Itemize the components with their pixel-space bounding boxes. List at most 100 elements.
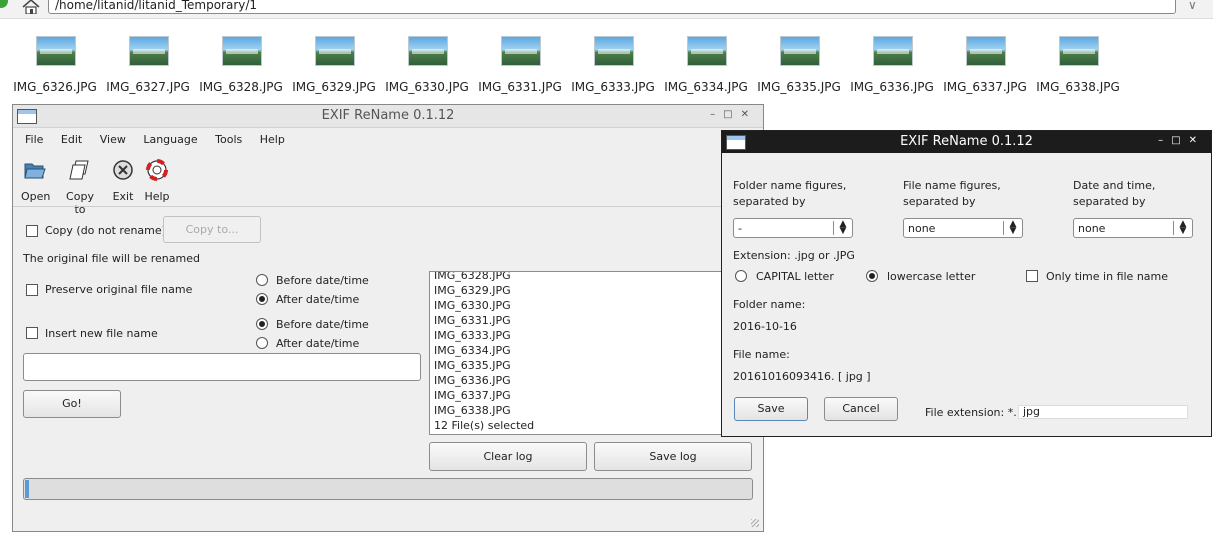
menu-file[interactable]: File <box>25 133 43 146</box>
image-file-icon <box>129 36 169 66</box>
folder-separator-select[interactable]: - ▲ ▼ <box>733 218 853 238</box>
copy-checkbox[interactable] <box>26 225 38 237</box>
preserve-name-checkbox[interactable] <box>26 284 38 296</box>
copy-to-button[interactable]: Copy to <box>59 159 101 216</box>
preserve-after-radio[interactable] <box>256 293 268 305</box>
image-file-icon <box>36 36 76 66</box>
image-file-icon <box>408 36 448 66</box>
preserve-before-radio[interactable] <box>256 274 268 286</box>
datetime-separator-select[interactable]: none ▲ ▼ <box>1073 218 1193 238</box>
maximize-icon[interactable]: □ <box>723 109 740 120</box>
help-button[interactable]: Help <box>143 159 171 203</box>
log-line: IMG_6337.JPG <box>434 389 511 402</box>
insert-name-checkbox[interactable] <box>26 327 38 339</box>
toolbar: Open Copy to Exit Help <box>21 159 221 216</box>
resize-grip[interactable] <box>751 519 759 527</box>
file-item[interactable]: IMG_6335.JPG <box>754 30 844 100</box>
insert-after-radio[interactable] <box>256 337 268 349</box>
open-button[interactable]: Open <box>21 159 50 203</box>
file-extension-input[interactable]: jpg <box>1018 405 1188 419</box>
file-item[interactable]: IMG_6337.JPG <box>940 30 1030 100</box>
save-button[interactable]: Save <box>734 397 808 421</box>
file-name-label: IMG_6330.JPG <box>385 80 469 94</box>
file-item[interactable]: IMG_6334.JPG <box>661 30 751 100</box>
preserve-after-label: After date/time <box>276 293 360 306</box>
log-line: IMG_6335.JPG <box>434 359 511 372</box>
chevron-updown-icon: ▲ ▼ <box>1173 220 1192 236</box>
path-go-icon[interactable]: ∨ <box>1188 0 1206 16</box>
lowercase-letter-radio[interactable] <box>866 270 878 282</box>
file-name-label: IMG_6333.JPG <box>571 80 655 94</box>
folder-separator-label: Folder name figures, separated by <box>733 179 847 208</box>
lowercase-letter-label: lowercase letter <box>887 270 976 283</box>
close-icon[interactable]: ✕ <box>1189 135 1205 146</box>
file-item[interactable]: IMG_6326.JPG <box>10 30 100 100</box>
progress-fill <box>25 480 29 498</box>
file-item[interactable]: IMG_6327.JPG <box>103 30 193 100</box>
progress-bar <box>23 478 753 500</box>
minimize-icon[interactable]: – <box>710 109 723 120</box>
toolbar-separator <box>13 206 763 207</box>
menu-help[interactable]: Help <box>260 133 285 146</box>
capital-letter-radio[interactable] <box>735 270 747 282</box>
save-log-button[interactable]: Save log <box>594 442 752 471</box>
minimize-icon[interactable]: – <box>1158 135 1171 146</box>
file-name-label: IMG_6326.JPG <box>13 80 97 94</box>
copy-to-dialog-button[interactable]: Copy to... <box>163 216 261 243</box>
settings-window: EXIF ReName 0.1.12 –□✕ Folder name figur… <box>721 130 1212 437</box>
insert-after-label: After date/time <box>276 337 360 350</box>
settings-window-title: EXIF ReName 0.1.12 <box>900 134 1033 149</box>
folder-name-value: 2016-10-16 <box>733 320 797 333</box>
cancel-button[interactable]: Cancel <box>824 397 898 421</box>
menu-view[interactable]: View <box>100 133 126 146</box>
file-item[interactable]: IMG_6329.JPG <box>289 30 379 100</box>
go-button[interactable]: Go! <box>23 390 121 418</box>
only-time-checkbox[interactable] <box>1026 270 1038 282</box>
only-time-label: Only time in file name <box>1046 270 1169 283</box>
file-item[interactable]: IMG_6336.JPG <box>847 30 937 100</box>
folder-open-icon <box>24 163 46 179</box>
menu-edit[interactable]: Edit <box>61 133 82 146</box>
file-name-label: File name: <box>733 348 790 361</box>
clear-log-button[interactable]: Clear log <box>429 442 587 471</box>
extension-label: Extension: .jpg or .JPG <box>733 249 855 262</box>
file-item[interactable]: IMG_6328.JPG <box>196 30 286 100</box>
file-separator-label: File name figures, separated by <box>903 179 1001 208</box>
file-item[interactable]: IMG_6338.JPG <box>1033 30 1123 100</box>
menu-language[interactable]: Language <box>143 133 197 146</box>
window-controls[interactable]: –□✕ <box>1158 135 1205 146</box>
image-file-icon <box>687 36 727 66</box>
file-name-value: 20161016093416. [ jpg ] <box>733 370 871 383</box>
insert-before-radio[interactable] <box>256 318 268 330</box>
image-file-icon <box>873 36 913 66</box>
file-item[interactable]: IMG_6330.JPG <box>382 30 472 100</box>
close-icon[interactable]: ✕ <box>741 109 757 120</box>
log-line: IMG_6338.JPG <box>434 404 511 417</box>
file-name-label: IMG_6327.JPG <box>106 80 190 94</box>
lifebuoy-icon <box>146 159 168 181</box>
image-file-icon <box>594 36 634 66</box>
file-name-label: IMG_6336.JPG <box>850 80 934 94</box>
status-indicator-icon <box>0 0 8 8</box>
log-line: IMG_6328.JPG <box>434 271 511 282</box>
status-text: The original file will be renamed <box>23 252 200 265</box>
image-file-icon <box>315 36 355 66</box>
main-window-titlebar[interactable]: EXIF ReName 0.1.12 –□✕ <box>13 105 763 128</box>
file-item[interactable]: IMG_6331.JPG <box>475 30 565 100</box>
log-line: 12 File(s) selected <box>434 419 535 432</box>
file-name-label: IMG_6338.JPG <box>1036 80 1120 94</box>
window-controls[interactable]: –□✕ <box>710 109 757 120</box>
file-separator-select[interactable]: none ▲ ▼ <box>903 218 1023 238</box>
file-item[interactable]: IMG_6333.JPG <box>568 30 658 100</box>
insert-name-label: Insert new file name <box>45 327 158 340</box>
new-file-name-input[interactable] <box>23 353 421 381</box>
settings-window-titlebar[interactable]: EXIF ReName 0.1.12 –□✕ <box>722 131 1211 153</box>
exit-button[interactable]: Exit <box>111 159 135 203</box>
log-list[interactable]: IMG_6328.JPG IMG_6329.JPG IMG_6330.JPG IMG_… <box>429 271 751 435</box>
exit-icon <box>113 160 133 180</box>
maximize-icon[interactable]: □ <box>1171 135 1188 146</box>
menu-tools[interactable]: Tools <box>215 133 242 146</box>
path-bar[interactable]: /home/litanid/litanid_Temporary/1 <box>48 0 1176 14</box>
file-name-label: IMG_6329.JPG <box>292 80 376 94</box>
home-icon[interactable] <box>22 0 40 14</box>
